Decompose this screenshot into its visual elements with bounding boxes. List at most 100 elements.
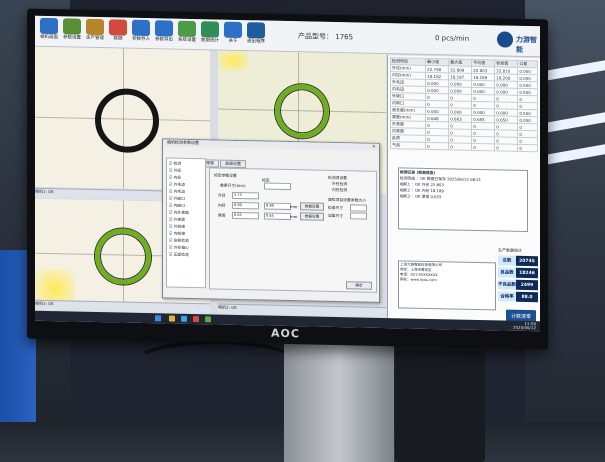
data-set-button[interactable]: 数据设置 — [300, 212, 324, 221]
toolbar-icon — [247, 22, 265, 39]
ceiling-light — [540, 144, 605, 166]
inspection-item-label: 外毛边 — [173, 181, 186, 187]
folder-icon[interactable] — [169, 315, 175, 322]
inspection-item[interactable]: ☑ 正面检测 — [169, 251, 203, 259]
stat-value: 2499 — [516, 279, 538, 291]
inspection-item-label: 内径 — [173, 174, 182, 180]
close-icon[interactable]: × — [372, 144, 376, 150]
toolbar-icon — [132, 19, 150, 37]
stat-value: 18246 — [516, 267, 538, 279]
company-logo-icon — [497, 31, 513, 48]
data-set-button[interactable]: 数据设置 — [300, 202, 324, 211]
right-row: 误差尺寸 — [328, 212, 344, 219]
parameter-dialog: 相机检测参数设置 × 检测项目设置常规高级设置 ☑ 检测☑ 外径☑ 内径☑ 外毛… — [162, 138, 380, 303]
inspection-item-label: 外缺口 — [173, 195, 186, 201]
column-header: 最大值 — [448, 58, 472, 67]
toolbar-icon — [86, 18, 104, 36]
stats-title: 生产数量统计 — [498, 247, 522, 253]
stat-label: 总数 — [498, 255, 516, 266]
inspection-item-label: 内粉接 — [173, 230, 186, 236]
toolbar-button[interactable]: 生产管理 — [84, 18, 106, 42]
toolbar-button[interactable]: 参数导出 — [153, 20, 175, 43]
ceiling-light — [540, 112, 605, 134]
field-label: 厚度 — [218, 212, 226, 218]
stat-value: 88.0 — [516, 291, 538, 303]
gasket-ring-black — [95, 87, 159, 154]
stat-row: 不良品数 2499 — [498, 279, 538, 291]
column-header: 平均值 — [471, 59, 495, 67]
thickness-input[interactable]: 0.65 — [232, 211, 259, 220]
toolbar-button[interactable]: 关于 — [222, 21, 244, 44]
inspection-item-label: 外径 — [173, 167, 182, 173]
inner-dia-input[interactable]: 0.90 — [232, 201, 259, 210]
stat-label: 合格率 — [498, 291, 516, 302]
dialog-tabs: 检测项目设置常规高级设置 — [166, 148, 247, 169]
cable — [132, 340, 300, 388]
toolbar-label: 参数设置 — [63, 35, 81, 41]
inspection-item-label: 外粉接 — [173, 223, 186, 229]
inspection-item-label: 杂质检测 — [173, 237, 189, 243]
toolbar-button[interactable]: 参数导入 — [130, 19, 152, 42]
toolbar-label: 生产管理 — [86, 35, 104, 42]
field-label: 外径 — [218, 192, 226, 198]
table-cell: 内径(mm) — [390, 71, 426, 80]
toolbar-label: 数据 — [113, 36, 123, 42]
field-label: 内径 — [218, 202, 226, 208]
gasket-ring-green — [95, 227, 151, 286]
toolbar-button[interactable]: 系统设置 — [176, 20, 198, 43]
stat-label: 不良品数 — [498, 279, 516, 290]
start-icon[interactable] — [155, 315, 161, 322]
thickness-input-2[interactable]: 0.65 — [264, 212, 291, 221]
toolbar-icon — [63, 18, 81, 35]
monitor-brand-logo: AOC — [271, 326, 300, 341]
toolbar-icon — [224, 21, 242, 39]
toolbar-button[interactable]: 数据统计 — [199, 21, 221, 44]
inner-dia-input-2[interactable]: 0.90 — [264, 202, 291, 211]
toolbar-button[interactable]: 退出程序 — [245, 22, 267, 45]
toolbar-label: 退出程序 — [247, 39, 265, 45]
outer-dia-input[interactable]: 5.75 — [232, 191, 259, 200]
unit-label: mm — [290, 204, 298, 210]
inspection-item-label: 外表面 — [173, 216, 186, 222]
inspection-item-label: 检测 — [173, 160, 182, 166]
toolbar-label: 参数导出 — [155, 37, 173, 43]
inspection-item-label: 外径偏心 — [173, 244, 189, 250]
inspection-item-label: 内毛边 — [173, 188, 186, 194]
toolbar-label: 数据统计 — [201, 38, 219, 44]
stat-label: 良品数 — [498, 267, 516, 278]
monitor-stand — [284, 330, 394, 462]
ok-button[interactable]: 确定 — [346, 281, 372, 290]
parameter-form: 标定参数设置 标定 像素尺寸(mm) 外径 5.75 内径 0.90 0.90 … — [209, 167, 377, 293]
gasket-ring-green — [275, 83, 329, 139]
stat-row: 良品数 18246 — [498, 267, 538, 279]
table-cell: 周长度(mm) — [390, 106, 426, 115]
camera-housing — [395, 350, 485, 462]
error-size-input[interactable] — [350, 212, 367, 220]
browser-icon[interactable] — [181, 315, 187, 322]
right-row: 检查尺寸 — [328, 204, 344, 211]
inspection-log: 检测记录 (检测信息) 检测完成 ：OK 数据已保存 2025/06/12 08… — [398, 167, 528, 233]
inspection-item-label: 正面检测 — [173, 251, 189, 257]
right-title-2: 面检项目设置参数大小 — [328, 196, 366, 203]
info-line: 网址：www.liyou.com — [400, 277, 437, 283]
inspection-item-list: ☑ 检测 ☑ 外径 ☑ 内径 ☑ 外毛边 ☑ 内毛边 ☑ 外缺口 ☑ 内缺口 ☑ 内外表面 ☑ … — [166, 157, 206, 289]
table-cell: 0 — [517, 144, 538, 152]
results-panel: 检测项目 最小值 最大值 平均值 标准值 公差 外径(mm) 22.798 22.809 22.8… — [387, 55, 540, 329]
table-cell: 外径(mm) — [390, 64, 426, 73]
result-table: 检测项目 最小值 最大值 平均值 标准值 公差 外径(mm) 22.798 22.809 22.8… — [390, 57, 538, 152]
production-stats: 总数 20745 良品数 18246 不良品数 2499 合格率 88.0 — [498, 255, 538, 316]
scale-input[interactable] — [264, 182, 291, 191]
company-info: 上海力游智能科技有限公司 地址：上海市嘉定区 电话：021-XXXXXXXX 网址：w… — [398, 260, 496, 311]
check-size-input[interactable] — [350, 204, 367, 212]
toolbar-label: 相机画面 — [40, 34, 58, 41]
toolbar-button[interactable]: 相机画面 — [38, 17, 60, 41]
app-icon[interactable] — [193, 316, 199, 323]
column-header: 标准值 — [494, 59, 518, 68]
toolbar-button[interactable]: 参数设置 — [61, 18, 83, 41]
stat-row: 总数 20745 — [498, 255, 538, 267]
toolbar-label: 关于 — [228, 38, 238, 44]
table-cell: 厚度(mm) — [390, 113, 426, 122]
app-icon[interactable] — [205, 316, 211, 323]
stat-value: 20745 — [516, 255, 538, 267]
toolbar-button[interactable]: 数据 — [107, 19, 129, 42]
